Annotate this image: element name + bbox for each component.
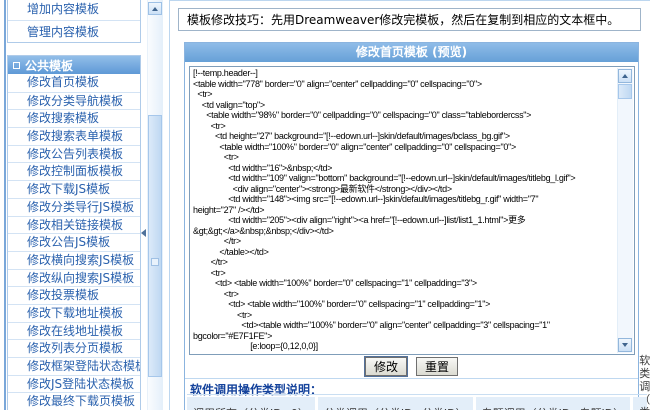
template-code-textarea[interactable]: [!--temp.header--] <table width="778" bo…: [193, 68, 616, 353]
reset-button[interactable]: 重置: [416, 357, 458, 376]
sidebar-item[interactable]: 修改分类导行JS模板: [8, 198, 140, 216]
editor-scrollbar-thumb[interactable]: [618, 84, 632, 99]
sidebar-item[interactable]: 修改投票模板: [8, 286, 140, 304]
sidebar-scrollbar-thumb[interactable]: [148, 115, 162, 377]
splitter-collapse-arrow-icon[interactable]: [141, 229, 146, 237]
sidebar-section-items: 修改首页模板 修改分类导航模板 修改搜索模板 修改搜索表单模板 修改公告列表模板…: [8, 74, 140, 410]
sidebar-item[interactable]: 修改公告列表模板: [8, 145, 140, 163]
sidebar-item[interactable]: 修改搜索表单模板: [8, 127, 140, 145]
sidebar-item[interactable]: 修改在线地址模板: [8, 322, 140, 340]
template-tip-bar: 模板修改技巧：先用Dreamweaver修改完模板，然后在复制到相应的文本框中。: [178, 8, 641, 31]
template-edit-panel: 修改首页模板 (预览) [!--temp.header--] <table wi…: [184, 42, 639, 410]
editor-scroll-up-button[interactable]: [618, 69, 632, 83]
editor-scrollbar-track[interactable]: [617, 68, 633, 353]
sidebar-item[interactable]: 修改横向搜索JS模板: [8, 251, 140, 269]
help-cell: 软件类型调用（分类ID=软件类型ID）: [633, 397, 647, 410]
collapse-box-icon: [13, 62, 20, 69]
form-buttons-row: 修改 重置: [185, 357, 638, 376]
sidebar-item[interactable]: 修改列表分页模板: [8, 339, 140, 357]
help-cell: 专题调用（分类ID=专题ID）: [476, 397, 631, 410]
sidebar-item[interactable]: 修改相关链接模板: [8, 216, 140, 234]
sidebar-section-header-public-templates[interactable]: 公共模板: [8, 56, 140, 74]
panel-header: 修改首页模板 (预览): [185, 43, 638, 62]
sidebar-section-label: 公共模板: [25, 57, 73, 74]
down-arrow-icon: [622, 343, 628, 347]
sidebar-item[interactable]: 增加内容模板: [8, 0, 140, 20]
modify-button[interactable]: 修改: [365, 357, 407, 376]
sidebar-item[interactable]: 修改纵向搜索JS模板: [8, 269, 140, 287]
sidebar-item[interactable]: 修改JS登陆状态模板: [8, 375, 140, 393]
section-divider: [185, 378, 638, 379]
sidebar-menu-public-templates: 公共模板 修改首页模板 修改分类导航模板 修改搜索模板 修改搜索表单模板 修改公…: [7, 55, 141, 410]
sidebar-item[interactable]: 修改下载JS模板: [8, 180, 140, 198]
template-code-editor: [!--temp.header--] <table width="778" bo…: [189, 66, 635, 355]
sidebar-menu-content-templates: 增加内容模板 管理内容模板: [7, 0, 141, 43]
panel-title: 修改首页模板: [356, 45, 428, 59]
scrollbar-grip-icon: [151, 258, 159, 266]
template-admin-page: 增加内容模板 管理内容模板 公共模板 修改首页模板 修改分类导航模板 修改搜索模…: [0, 0, 650, 410]
sidebar-item[interactable]: 修改下载地址模板: [8, 304, 140, 322]
sidebar-item[interactable]: 修改控制面板模板: [8, 162, 140, 180]
window-left-border: [4, 0, 6, 410]
call-type-help-row: 调用所有（分类ID=0） 分类调用（分类ID=分类ID） 专题调用（分类ID=专…: [187, 394, 647, 410]
sidebar-item[interactable]: 管理内容模板: [8, 20, 140, 42]
editor-scroll-down-button[interactable]: [618, 338, 632, 352]
help-cell: 分类调用（分类ID=分类ID）: [318, 397, 473, 410]
sidebar-item[interactable]: 修改最终下载页模板: [8, 392, 140, 410]
sidebar-item[interactable]: 修改分类导航模板: [8, 92, 140, 110]
sidebar-item[interactable]: 修改搜索模板: [8, 109, 140, 127]
up-arrow-icon: [622, 74, 628, 78]
tip-text: 模板修改技巧：先用Dreamweaver修改完模板，然后在复制到相应的文本框中。: [187, 11, 619, 28]
up-arrow-icon: [152, 7, 158, 11]
preview-link[interactable]: (预览): [432, 45, 467, 59]
help-cell: 调用所有（分类ID=0）: [187, 397, 315, 410]
sidebar-item[interactable]: 修改框架登陆状态模板: [8, 357, 140, 375]
sidebar-item[interactable]: 修改公告JS模板: [8, 233, 140, 251]
sidebar-scroll-up-button[interactable]: [148, 2, 162, 15]
sidebar-item[interactable]: 修改首页模板: [8, 74, 140, 92]
